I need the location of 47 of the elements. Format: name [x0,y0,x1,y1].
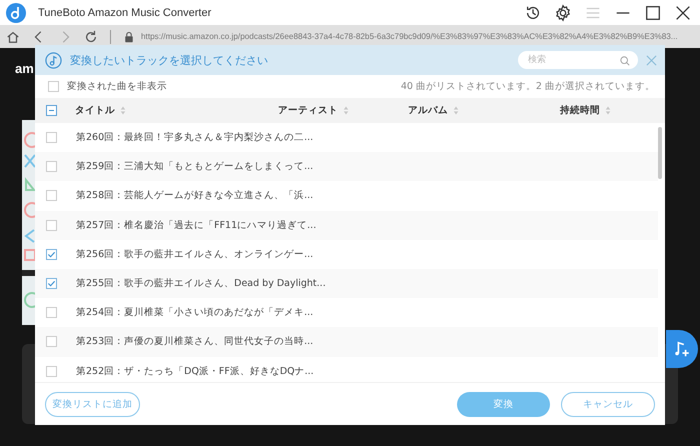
checkbox[interactable] [46,161,57,172]
column-header[interactable]: タイトル [75,104,115,117]
column-header[interactable]: アーティスト [278,104,338,117]
select-all-checkbox[interactable] [46,105,57,116]
search-icon [620,56,630,66]
checkbox[interactable] [48,81,59,92]
hide-converted-label: 変換された曲を非表示 [67,80,167,93]
track-title: 第255回：歌手の藍井エイルさん、Dead by Daylight... [76,277,326,290]
home-icon[interactable] [6,30,20,44]
reload-icon[interactable] [84,30,98,44]
close-icon[interactable] [674,4,692,22]
checkbox[interactable] [46,132,57,144]
track-title: 第254回：夏川椎菜「小さい頃のあだなが「デメキ... [76,306,314,320]
checkbox[interactable] [46,307,57,318]
track-title: 第253回：声優の夏川椎菜さん、同世代女子の当時... [76,335,314,348]
checkbox[interactable] [46,248,57,260]
sort-icon [605,106,611,115]
summary-text: 40 曲がリストされています。2 曲が選択されています。 [400,80,655,93]
checkbox[interactable] [46,366,57,377]
scrollbar-thumb[interactable] [658,127,662,179]
checkbox[interactable] [46,220,57,231]
history-icon[interactable] [524,4,542,22]
track-title: 第258回：芸能人ゲームが好きな今立進さん、「浜... [76,189,314,202]
track-title: 第260回：最終回！宇多丸さん＆宇内梨沙さんの二... [76,131,314,144]
music-plus-icon [673,340,691,358]
checkbox[interactable] [46,278,57,290]
dialog-title: 変換したいトラックを選択してください [70,52,268,68]
lock-icon [123,30,135,42]
sort-icon [120,106,126,115]
settings-icon[interactable] [554,4,572,22]
sort-icon [343,106,349,115]
maximize-icon[interactable] [644,4,662,22]
column-header[interactable]: アルバム [408,104,448,117]
app-logo-icon [6,2,26,22]
track-title: 第259回：三浦大知「もともとゲームをしまくって... [76,160,314,174]
music-note-icon [45,52,62,68]
track-title: 第252回：ザ・たっち「DQ派・FF派、好きなDQナ... [76,364,314,378]
column-header[interactable]: 持続時間 [560,104,600,117]
sort-icon [453,106,459,115]
checkbox[interactable] [46,336,57,348]
track-title: 第256回：歌手の藍井エイルさん、オンラインゲー... [76,248,314,261]
add-music-button[interactable] [666,330,698,368]
logo-text: am [15,61,34,76]
checkbox[interactable] [46,190,57,202]
search-field[interactable]: 検索 [518,51,638,69]
window-title: TuneBoto Amazon Music Converter [38,6,212,18]
track-title: 第257回：椎名慶治「過去に「FF11にハマり過ぎて... [76,218,316,232]
